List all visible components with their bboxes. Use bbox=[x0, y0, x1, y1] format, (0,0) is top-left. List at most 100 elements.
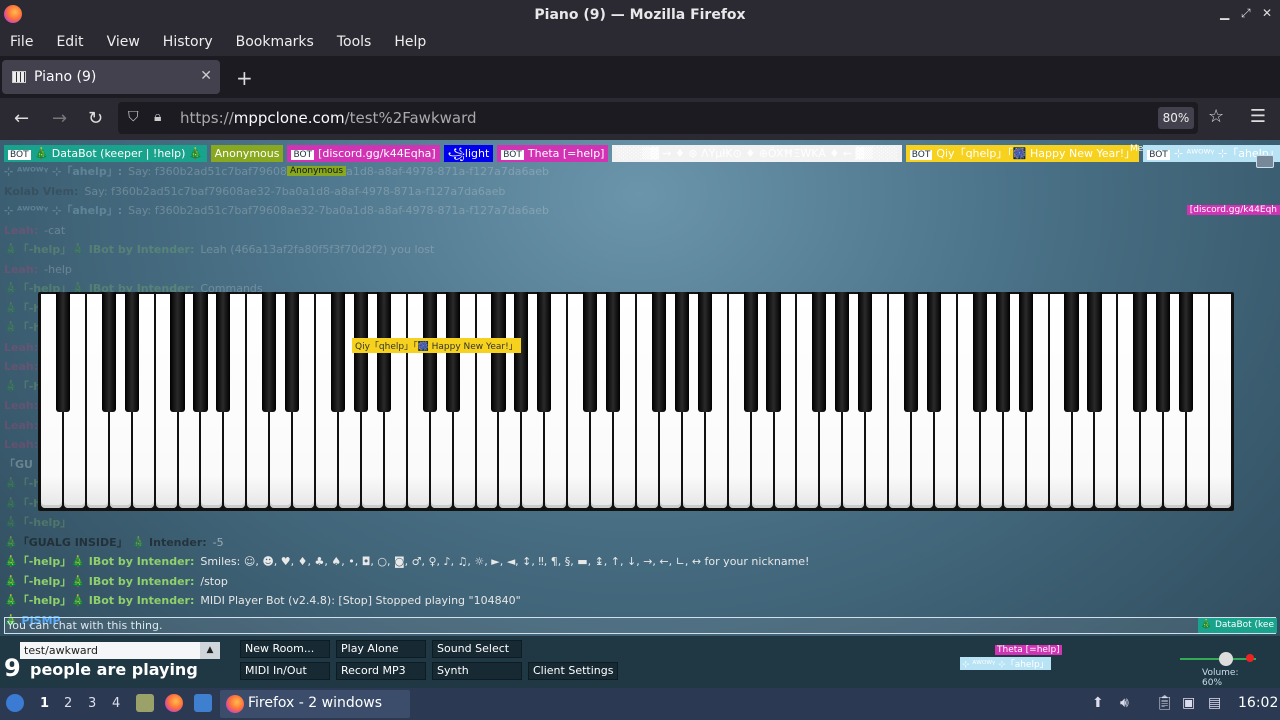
workspace-3[interactable]: 3 bbox=[88, 696, 96, 711]
user-list: BOT 🎄 DataBot (keeper | !help) 🎄 Anonymous… bbox=[4, 145, 1280, 163]
chat-input-placeholder: You can chat with this thing. bbox=[7, 619, 163, 632]
keyboard-icon[interactable] bbox=[1256, 155, 1274, 168]
white-key[interactable] bbox=[1210, 294, 1231, 508]
play-alone-button[interactable]: Play Alone bbox=[336, 640, 426, 658]
new-tab-icon[interactable]: + bbox=[236, 66, 253, 90]
lock-icon[interactable]: 🔒︎ bbox=[154, 109, 161, 125]
synth-button[interactable]: Synth bbox=[432, 662, 522, 680]
black-key[interactable] bbox=[926, 292, 942, 412]
black-key[interactable] bbox=[193, 292, 208, 412]
black-key[interactable] bbox=[1156, 292, 1171, 412]
volume-knob[interactable] bbox=[1218, 652, 1233, 666]
network-icon[interactable]: ▤ bbox=[1208, 695, 1221, 711]
file-manager-icon[interactable] bbox=[136, 694, 154, 712]
player-count-label: people are playing bbox=[30, 660, 198, 679]
volume-control[interactable]: Volume: 60% bbox=[1180, 652, 1260, 688]
room-select[interactable]: test/awkward ▲ bbox=[20, 642, 220, 659]
black-key[interactable] bbox=[858, 292, 873, 412]
black-key[interactable] bbox=[101, 292, 116, 412]
menu-view[interactable]: View bbox=[107, 34, 140, 50]
black-key[interactable] bbox=[216, 292, 231, 412]
workspace-2[interactable]: 2 bbox=[64, 696, 72, 711]
url-text[interactable]: https://mppclone.com/test%2Fawkward bbox=[180, 109, 477, 127]
black-key[interactable] bbox=[674, 292, 689, 412]
client-settings-button[interactable]: Client Settings bbox=[528, 662, 618, 680]
chat-author: 🎄「-help」 bbox=[4, 516, 72, 529]
chevron-up-icon[interactable]: ▲ bbox=[200, 642, 220, 659]
chat-author: 🎄「-help」🎄 IBot by Intender: bbox=[4, 594, 195, 607]
tab-piano[interactable]: Piano (9) ✕ bbox=[2, 60, 220, 94]
black-key[interactable] bbox=[1133, 292, 1148, 412]
firefox-launcher-icon[interactable] bbox=[165, 694, 183, 712]
black-key[interactable] bbox=[903, 292, 919, 412]
record-mp3-button[interactable]: Record MP3 bbox=[336, 662, 426, 680]
restore-icon[interactable]: ⤢ bbox=[1241, 6, 1251, 21]
menu-edit[interactable]: Edit bbox=[56, 34, 83, 50]
midi-in-out-button[interactable]: MIDI In/Out bbox=[240, 662, 330, 680]
menu-hamburger-icon[interactable]: ☰ bbox=[1250, 106, 1266, 127]
black-key[interactable] bbox=[605, 292, 621, 412]
chat-input[interactable]: You can chat with this thing. 🎄 DataBot … bbox=[4, 617, 1277, 634]
url-bar[interactable]: ⛉ 🔒︎ https://mppclone.com/test%2Fawkward… bbox=[118, 102, 1224, 134]
black-key[interactable] bbox=[1018, 292, 1033, 412]
chat-author: Leah: bbox=[4, 360, 39, 373]
tray-updates-icon[interactable]: ⬆ bbox=[1092, 695, 1104, 711]
screen-icon[interactable]: ▣ bbox=[1182, 695, 1195, 711]
window-title: Piano (9) — Mozilla Firefox bbox=[534, 6, 746, 23]
menu-help[interactable]: Help bbox=[394, 34, 426, 50]
chat-author: 「GU bbox=[4, 457, 33, 471]
black-key[interactable] bbox=[170, 292, 185, 412]
bookmark-star-icon[interactable]: ☆ bbox=[1208, 106, 1224, 127]
start-menu-icon[interactable] bbox=[6, 694, 24, 712]
zoom-level[interactable]: 80% bbox=[1158, 107, 1194, 129]
black-key[interactable] bbox=[285, 292, 300, 412]
black-key[interactable] bbox=[330, 292, 346, 412]
black-key[interactable] bbox=[1087, 292, 1102, 412]
terminal-icon[interactable] bbox=[194, 694, 212, 712]
taskbar-firefox-window[interactable]: Firefox - 2 windows bbox=[220, 690, 410, 718]
forward-icon[interactable]: → bbox=[52, 108, 67, 129]
sound-select-button[interactable]: Sound Select bbox=[432, 640, 522, 658]
menu-tools[interactable]: Tools bbox=[337, 34, 372, 50]
back-icon[interactable]: ← bbox=[14, 108, 29, 129]
black-key[interactable] bbox=[812, 292, 827, 412]
player-count: 9 bbox=[4, 654, 21, 682]
menu-history[interactable]: History bbox=[163, 34, 213, 50]
chat-author: 🎄「-help」🎄 IBot by Intender: bbox=[4, 555, 195, 568]
black-key[interactable] bbox=[262, 292, 277, 412]
minimize-icon[interactable]: ▁ bbox=[1220, 6, 1229, 20]
user-tag[interactable]: ░░░▒▓ ⇝ ♦ ⊛ ΛΫμłK⊙ ♦ ⊕ÖXĦΞWKÄ ♦ ⇜ ▓▒░░░ bbox=[612, 145, 902, 162]
user-tag[interactable]: ꧁light bbox=[443, 145, 494, 162]
black-key[interactable] bbox=[766, 292, 781, 412]
black-key[interactable] bbox=[651, 292, 667, 412]
black-key[interactable] bbox=[55, 292, 71, 412]
user-tag[interactable]: BOT Qiy「qhelp」「🎆 Happy New Year!」 bbox=[905, 145, 1140, 162]
black-key[interactable] bbox=[537, 292, 552, 412]
volume-icon[interactable]: 🔊︎ bbox=[1120, 695, 1129, 711]
black-key[interactable] bbox=[124, 292, 139, 412]
black-key[interactable] bbox=[697, 292, 712, 412]
user-tag[interactable]: BOT Theta [=help] bbox=[497, 145, 609, 162]
close-window-icon[interactable]: ✕ bbox=[1262, 6, 1272, 20]
black-key[interactable] bbox=[1064, 292, 1079, 412]
black-key[interactable] bbox=[972, 292, 987, 412]
menu-bookmarks[interactable]: Bookmarks bbox=[236, 34, 314, 50]
menu-file[interactable]: File bbox=[10, 34, 33, 50]
black-key[interactable] bbox=[835, 292, 850, 412]
user-name: Qiy「qhelp」「🎆 Happy New Year!」 bbox=[936, 147, 1136, 160]
workspace-1[interactable]: 1 bbox=[40, 696, 49, 711]
reload-icon[interactable]: ↻ bbox=[88, 108, 103, 129]
user-tag[interactable]: BOT 🎄 DataBot (keeper | !help) 🎄 bbox=[4, 145, 207, 162]
piano-keyboard[interactable] bbox=[38, 292, 1234, 511]
black-key[interactable] bbox=[1179, 292, 1194, 412]
tab-close-icon[interactable]: ✕ bbox=[200, 68, 212, 84]
new-room-button[interactable]: New Room... bbox=[240, 640, 330, 658]
user-tag[interactable]: BOT [discord.gg/k44Eqha] bbox=[287, 145, 440, 162]
black-key[interactable] bbox=[743, 292, 758, 412]
clipboard-icon[interactable]: 📋︎ bbox=[1156, 695, 1174, 711]
black-key[interactable] bbox=[995, 292, 1010, 412]
workspace-4[interactable]: 4 bbox=[112, 696, 120, 711]
shield-icon[interactable]: ⛉ bbox=[128, 109, 139, 125]
user-tag[interactable]: Anonymous bbox=[210, 145, 284, 162]
black-key[interactable] bbox=[583, 292, 598, 412]
